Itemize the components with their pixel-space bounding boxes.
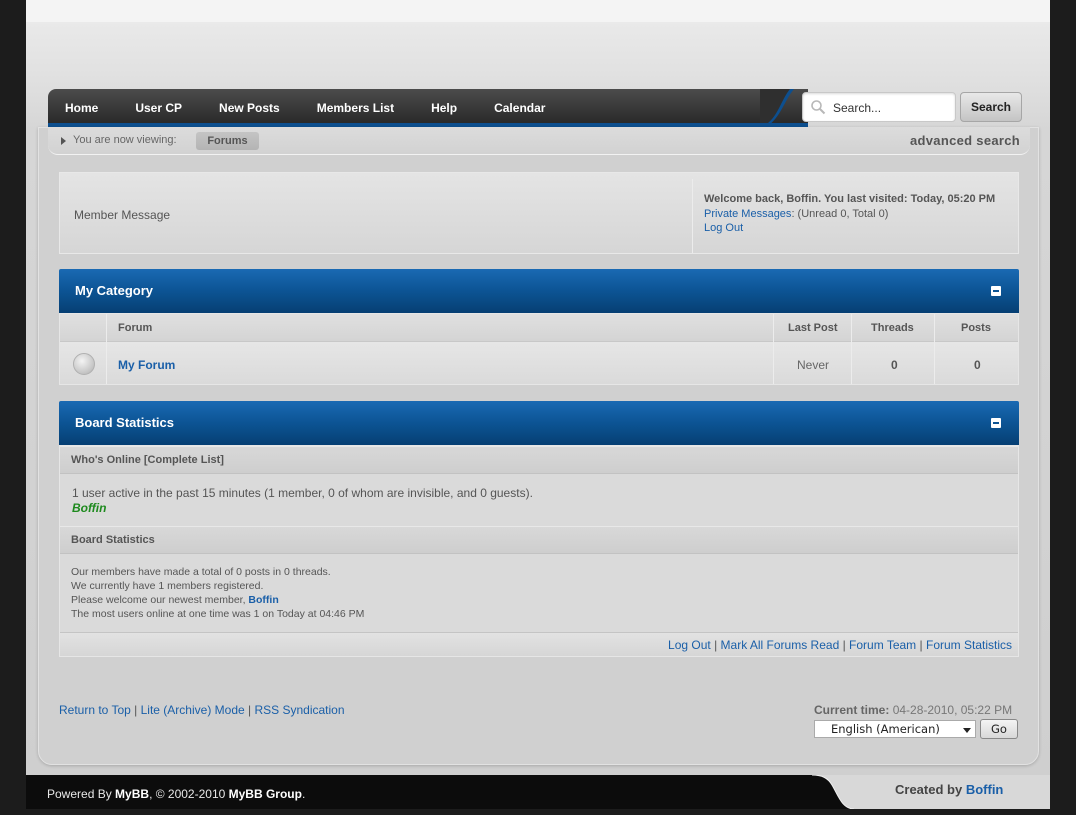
language-select[interactable]: English (American)	[814, 720, 976, 738]
col-forum: Forum	[118, 322, 153, 334]
private-messages-link[interactable]: Private Messages	[704, 208, 791, 220]
stat-line-record: The most users online at one time was 1 …	[71, 608, 365, 620]
search-button[interactable]: Search	[960, 92, 1022, 122]
board-stats-header: Board Statistics	[59, 401, 1019, 445]
forum-link[interactable]: My Forum	[118, 358, 175, 372]
table-header-row: Forum Last Post Threads Posts	[60, 314, 1018, 342]
column-divider	[851, 314, 852, 384]
rss-link[interactable]: RSS Syndication	[254, 703, 344, 717]
nav-bar-curve	[760, 89, 794, 127]
go-button[interactable]: Go	[980, 719, 1018, 739]
language-value: English (American)	[831, 722, 940, 736]
nav-user-cp[interactable]: User CP	[135, 101, 182, 115]
whos-online-head: Who's Online [Complete List]	[60, 446, 1018, 474]
private-messages-line: Private Messages: (Unread 0, Total 0)	[704, 208, 888, 220]
creator-link[interactable]: Boffin	[966, 782, 1004, 797]
nav-new-posts[interactable]: New Posts	[219, 101, 280, 115]
powered-by: Powered By MyBB, © 2002-2010 MyBB Group.	[47, 787, 305, 801]
mark-read-link[interactable]: Mark All Forums Read	[721, 638, 840, 652]
online-summary: 1 user active in the past 15 minutes (1 …	[72, 486, 533, 500]
breadcrumb-label: You are now viewing:	[73, 134, 177, 146]
collapse-icon[interactable]	[991, 418, 1001, 428]
column-divider	[934, 314, 935, 384]
nav-members-list[interactable]: Members List	[317, 101, 394, 115]
chevron-down-icon	[963, 728, 971, 733]
lite-mode-link[interactable]: Lite (Archive) Mode	[141, 703, 245, 717]
mybb-link[interactable]: MyBB	[115, 787, 149, 801]
stats-subhead-label: Board Statistics	[71, 534, 155, 546]
col-threads: Threads	[871, 322, 914, 334]
board-stats-body: Who's Online [Complete List] 1 user acti…	[59, 445, 1019, 657]
search-area: Search	[802, 92, 1024, 126]
search-box	[802, 92, 956, 122]
logout-link[interactable]: Log Out	[704, 222, 743, 234]
online-user-link[interactable]: Boffin	[72, 501, 106, 515]
nav-home[interactable]: Home	[65, 101, 98, 115]
member-message: Member Message	[74, 208, 171, 222]
category-header: My Category	[59, 269, 1019, 313]
board-stats-title: Board Statistics	[75, 415, 174, 430]
stats-subhead: Board Statistics	[60, 526, 1018, 554]
forum-threads: 0	[891, 358, 898, 372]
newest-prefix: Please welcome our newest member,	[71, 594, 246, 606]
powered-prefix: Powered By	[47, 787, 112, 801]
stats-logout-link[interactable]: Log Out	[668, 638, 711, 652]
search-input[interactable]	[833, 99, 951, 117]
newest-member-link[interactable]: Boffin	[248, 594, 278, 606]
created-by: Created by Boffin	[895, 782, 1003, 797]
mybb-group-link[interactable]: MyBB Group	[229, 787, 302, 801]
col-posts: Posts	[961, 322, 991, 334]
nav-calendar[interactable]: Calendar	[494, 101, 545, 115]
footer-links: Return to Top | Lite (Archive) Mode | RS…	[59, 703, 345, 717]
current-time-value: 04-28-2010, 05:22 PM	[892, 703, 1013, 717]
return-top-link[interactable]: Return to Top	[59, 703, 131, 717]
forum-table: Forum Last Post Threads Posts My Forum N…	[59, 313, 1019, 385]
current-time: Current time: 04-28-2010, 05:22 PM	[814, 703, 1012, 717]
search-icon	[811, 100, 826, 115]
member-message-box: Member Message Welcome back, Boffin. You…	[59, 172, 1019, 254]
stat-line-posts: Our members have made a total of 0 posts…	[71, 566, 331, 578]
stats-links-row: Log Out | Mark All Forums Read | Forum T…	[60, 632, 1018, 656]
stat-line-newest: Please welcome our newest member, Boffin	[71, 594, 279, 606]
created-by-label: Created by	[895, 782, 963, 797]
powered-mid: , © 2002-2010	[149, 787, 226, 801]
nav-menu: Home User CP New Posts Members List Help…	[48, 89, 565, 127]
forum-posts: 0	[974, 358, 981, 372]
nav-help[interactable]: Help	[431, 101, 457, 115]
pm-counts: : (Unread 0, Total 0)	[791, 208, 889, 220]
top-band	[26, 0, 1050, 22]
forum-team-link[interactable]: Forum Team	[849, 638, 916, 652]
collapse-icon[interactable]	[991, 286, 1001, 296]
forum-read-status-icon	[73, 353, 95, 375]
column-divider	[773, 314, 774, 384]
current-time-label: Current time:	[814, 703, 890, 717]
whos-online-label[interactable]: Who's Online [Complete List]	[71, 454, 224, 466]
forum-last-post: Never	[797, 358, 830, 372]
forum-statistics-link[interactable]: Forum Statistics	[926, 638, 1012, 652]
breadcrumb-current[interactable]: Forums	[196, 132, 259, 150]
stat-line-members: We currently have 1 members registered.	[71, 580, 264, 592]
member-divider	[692, 179, 693, 253]
column-divider	[106, 314, 107, 384]
stats-links: Log Out | Mark All Forums Read | Forum T…	[668, 638, 1012, 652]
advanced-search-link[interactable]: advanced search	[910, 133, 1020, 148]
col-last-post: Last Post	[788, 322, 838, 334]
table-row: My Forum Never 0 0	[60, 342, 1018, 384]
welcome-text: Welcome back, Boffin. You last visited: …	[704, 193, 996, 205]
powered-end: .	[301, 787, 306, 801]
category-title: My Category	[75, 283, 154, 298]
breadcrumb-arrow-icon	[61, 137, 66, 145]
